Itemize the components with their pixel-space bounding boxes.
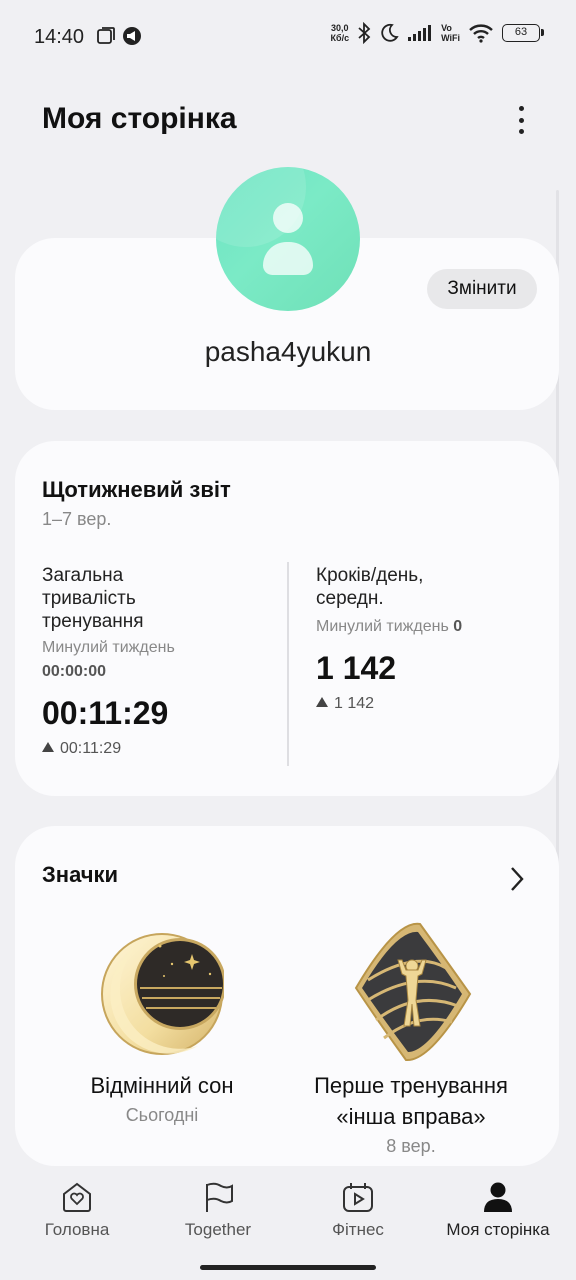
home-indicator[interactable] bbox=[200, 1265, 376, 1270]
duration-value: 00:11:29 bbox=[42, 695, 169, 731]
workout-badge-icon[interactable] bbox=[346, 920, 476, 1065]
wifi-icon bbox=[469, 24, 493, 43]
net-speed: 30,0 Кб/с bbox=[330, 23, 350, 43]
weekly-report-title: Щотижневий звіт bbox=[42, 477, 231, 502]
nav-label: Фітнес bbox=[332, 1220, 384, 1239]
nav-item-fitness[interactable]: Фітнес bbox=[286, 1180, 430, 1240]
status-time: 14:40 bbox=[34, 26, 85, 48]
steps-delta: 1 142 bbox=[316, 695, 546, 713]
duration-label: Загальна тривалість тренування bbox=[42, 565, 144, 632]
duration-delta: 00:11:29 bbox=[42, 740, 272, 758]
nav-label: Головна bbox=[44, 1220, 110, 1239]
nav-item-my-page[interactable]: Моя сторінка bbox=[426, 1180, 570, 1240]
report-divider bbox=[287, 562, 289, 766]
more-options-button[interactable] bbox=[508, 104, 534, 136]
edit-profile-button[interactable]: Змінити bbox=[427, 269, 537, 309]
moon-icon bbox=[381, 23, 399, 42]
home-heart-icon bbox=[63, 1182, 91, 1212]
increase-triangle-icon bbox=[42, 742, 54, 752]
increase-triangle-icon bbox=[316, 697, 328, 707]
avatar-head bbox=[273, 203, 303, 233]
avatar[interactable] bbox=[216, 167, 360, 311]
battery-indicator: 63 bbox=[502, 24, 544, 42]
status-bar: 14:40 30,0 Кб/с Vo WiFi 63 bbox=[0, 0, 576, 76]
badge-name: Відмінний сон bbox=[90, 1073, 234, 1098]
username: pasha4yukun bbox=[204, 336, 372, 367]
chevron-right-icon[interactable] bbox=[508, 866, 526, 892]
vowifi-indicator: Vo WiFi bbox=[441, 23, 460, 43]
signal-icon bbox=[408, 25, 432, 41]
duration-prev-week-value: 00:00:00 bbox=[42, 663, 107, 680]
person-icon bbox=[484, 1182, 512, 1212]
badge-name: Перше тренування «інша вправа» bbox=[314, 1073, 508, 1129]
page-title: Моя сторінка bbox=[42, 102, 237, 135]
badges-title: Значки bbox=[42, 862, 119, 887]
screen-record-icon bbox=[97, 27, 115, 44]
fitness-play-icon bbox=[343, 1183, 373, 1212]
badge-date: Сьогодні bbox=[125, 1105, 199, 1125]
bluetooth-icon bbox=[358, 22, 371, 44]
nav-label: Моя сторінка bbox=[446, 1220, 550, 1239]
badge-date: 8 вер. bbox=[386, 1136, 436, 1156]
duration-column: Загальна тривалість тренування Минулий т… bbox=[42, 564, 272, 758]
nav-item-home[interactable]: Головна bbox=[5, 1180, 149, 1240]
moon-badge-icon[interactable] bbox=[100, 924, 224, 1062]
flag-icon bbox=[206, 1182, 233, 1212]
weekly-report-date-range: 1–7 вер. bbox=[42, 509, 112, 529]
megaphone-icon bbox=[123, 27, 141, 45]
steps-label: Кроків/день, середн. bbox=[316, 565, 424, 609]
nav-item-together[interactable]: Together bbox=[146, 1180, 290, 1240]
duration-prev-week-label: Минулий тиждень bbox=[42, 639, 175, 656]
steps-value: 1 142 bbox=[316, 650, 397, 686]
steps-column: Кроків/день, середн. Минулий тиждень 0 1… bbox=[316, 564, 546, 713]
avatar-body bbox=[263, 242, 313, 275]
more-dot-icon bbox=[518, 129, 524, 134]
steps-prev-week: Минулий тиждень 0 bbox=[316, 618, 463, 635]
more-dot-icon bbox=[518, 106, 524, 111]
more-dot-icon bbox=[518, 117, 524, 123]
nav-label: Together bbox=[184, 1220, 252, 1239]
